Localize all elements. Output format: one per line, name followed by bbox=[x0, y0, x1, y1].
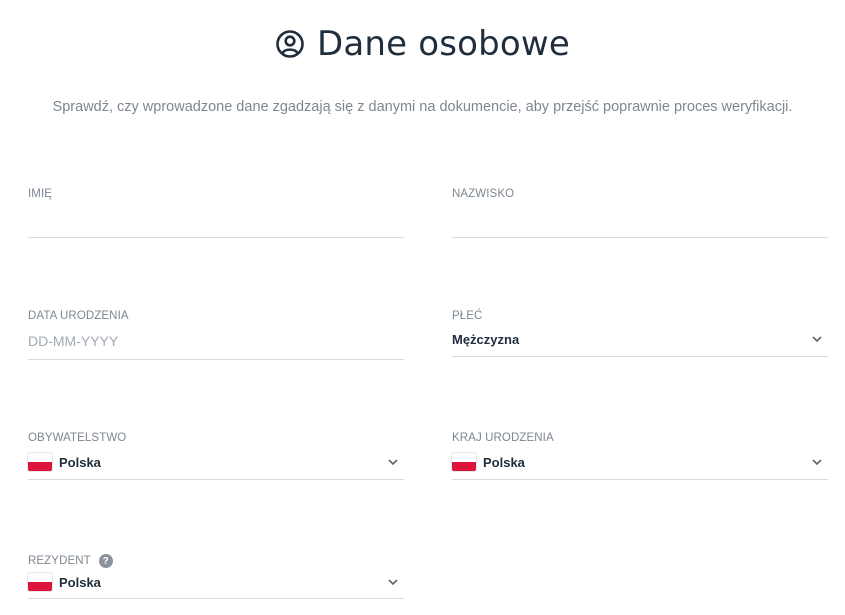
last-name-label: NAZWISKO bbox=[452, 188, 515, 200]
citizenship-select[interactable]: Polska bbox=[28, 451, 404, 473]
resident-field: REZYDENT ? Polska bbox=[28, 554, 404, 599]
birth-country-value: Polska bbox=[483, 454, 525, 470]
first-name-field: IMIĘ bbox=[28, 188, 404, 238]
gender-label: PŁEĆ bbox=[452, 310, 483, 322]
gender-select[interactable]: Mężczyzna bbox=[452, 328, 828, 350]
page-subtitle: Sprawdź, czy wprowadzone dane zgadzają s… bbox=[52, 99, 793, 115]
resident-label-row: REZYDENT ? bbox=[28, 554, 404, 568]
first-name-input[interactable] bbox=[28, 207, 404, 229]
page-title: Dane osobowe bbox=[316, 24, 571, 64]
last-name-input[interactable] bbox=[452, 207, 828, 229]
resident-value: Polska bbox=[59, 574, 101, 590]
poland-flag-icon bbox=[28, 453, 52, 471]
question-mark-icon[interactable]: ? bbox=[98, 554, 113, 568]
user-circle-icon bbox=[275, 29, 305, 59]
birth-date-label: DATA URODZENIA bbox=[28, 310, 129, 322]
citizenship-value: Polska bbox=[59, 454, 101, 470]
birth-country-select[interactable]: Polska bbox=[452, 451, 828, 473]
chevron-down-icon bbox=[810, 455, 824, 469]
first-name-label: IMIĘ bbox=[28, 188, 53, 200]
resident-label: REZYDENT bbox=[28, 555, 91, 567]
poland-flag-icon bbox=[452, 453, 476, 471]
gender-field: PŁEĆ Mężczyzna bbox=[452, 310, 828, 357]
birth-country-label: KRAJ URODZENIA bbox=[452, 432, 554, 444]
gender-value: Mężczyzna bbox=[452, 331, 520, 347]
last-name-field: NAZWISKO bbox=[452, 188, 828, 238]
birth-date-field: DATA URODZENIA bbox=[28, 310, 404, 360]
citizenship-field: OBYWATELSTWO Polska bbox=[28, 432, 404, 480]
birth-date-input[interactable] bbox=[28, 330, 404, 352]
citizenship-label: OBYWATELSTWO bbox=[28, 432, 127, 444]
page-header: Dane osobowe bbox=[0, 24, 845, 64]
chevron-down-icon bbox=[386, 575, 400, 589]
chevron-down-icon bbox=[386, 455, 400, 469]
chevron-down-icon bbox=[810, 332, 824, 346]
resident-select[interactable]: Polska bbox=[28, 571, 404, 593]
poland-flag-icon bbox=[28, 573, 52, 591]
birth-country-field: KRAJ URODZENIA Polska bbox=[452, 432, 828, 480]
